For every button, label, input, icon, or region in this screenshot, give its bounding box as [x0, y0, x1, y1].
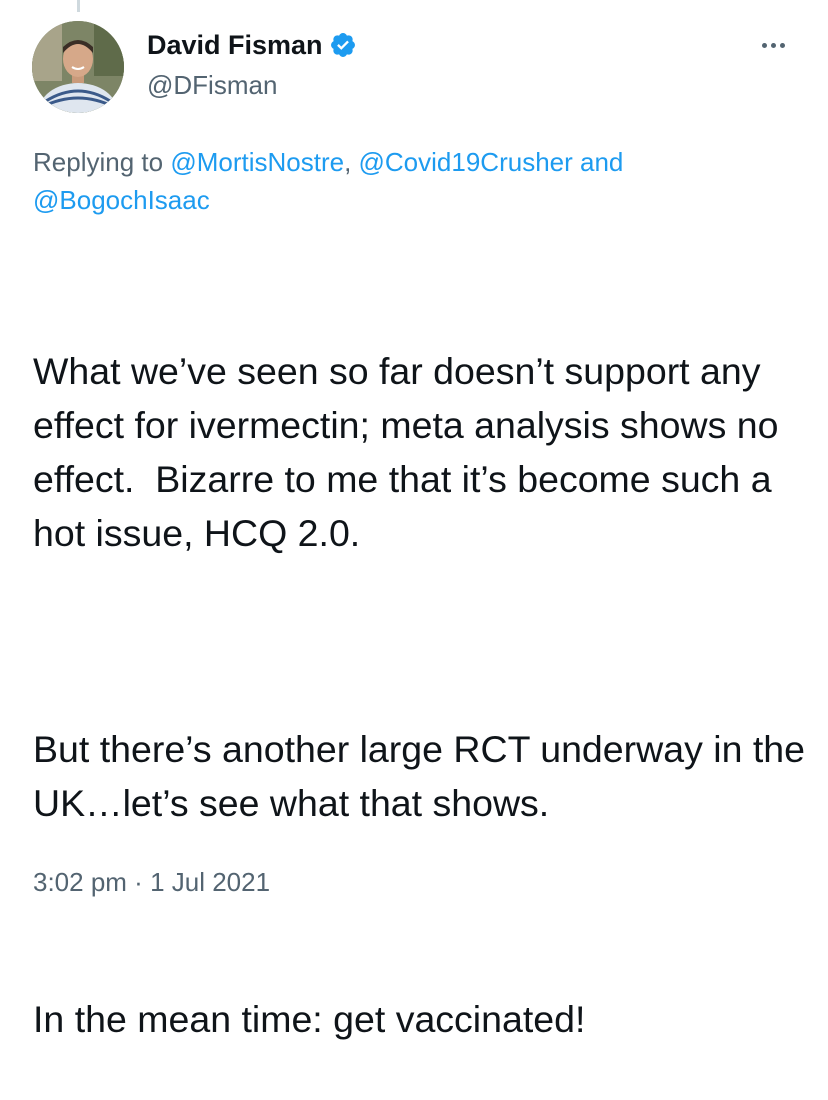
more-options-button[interactable]: [762, 38, 785, 52]
tweet-time-link[interactable]: 3:02 pm: [33, 867, 127, 897]
mention-link[interactable]: @Covid19Crusher: [359, 147, 573, 177]
avatar[interactable]: [32, 21, 124, 113]
tweet-paragraph: In the mean time: get vaccinated!: [33, 998, 586, 1040]
reply-separator: and: [572, 147, 624, 177]
more-horizontal-icon: [762, 42, 767, 48]
replying-to-prefix: Replying to: [33, 147, 171, 177]
thread-connector-line: [77, 0, 80, 12]
tweet-date-link[interactable]: 1 Jul 2021: [150, 867, 270, 897]
tweet-paragraph: But there’s another large RCT underway i…: [33, 728, 816, 824]
author-handle[interactable]: @DFisman: [147, 70, 277, 100]
tweet-paragraph: What we’ve seen so far doesn’t support a…: [33, 350, 789, 554]
meta-separator: ·: [126, 867, 151, 897]
verified-badge-icon: [330, 33, 355, 57]
mention-link[interactable]: @MortisNostre: [170, 147, 344, 177]
tweet-body: What we’ve seen so far doesn’t support a…: [33, 236, 823, 1100]
reply-separator: ,: [344, 147, 359, 177]
tweet-timestamp: 3:02 pm · 1 Jul 2021: [33, 864, 270, 900]
replying-to-line: Replying to @MortisNostre, @Covid19Crush…: [33, 143, 793, 219]
author-display-name[interactable]: David Fisman: [147, 29, 323, 61]
mention-link[interactable]: @BogochIsaac: [33, 185, 210, 215]
